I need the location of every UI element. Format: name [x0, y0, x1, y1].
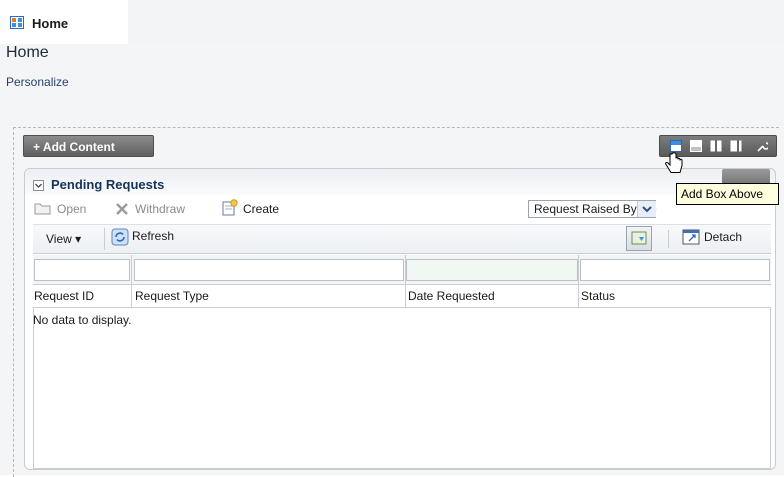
add-box-above-icon[interactable]: [670, 140, 682, 152]
column-divider: [131, 255, 132, 308]
add-box-below-icon[interactable]: [690, 140, 702, 152]
panel-title: Pending Requests: [51, 177, 165, 192]
filter-status-input[interactable]: [580, 259, 770, 281]
open-button[interactable]: Open: [57, 202, 86, 216]
chevron-down-icon: [642, 206, 652, 213]
column-divider: [405, 255, 406, 308]
empty-table-message: No data to display.: [33, 313, 132, 327]
add-content-button[interactable]: + Add Content: [23, 135, 154, 157]
page-title: Home: [6, 44, 49, 61]
column-header-request-type[interactable]: Request Type: [135, 289, 209, 303]
collapse-button[interactable]: [33, 180, 44, 191]
chevron-down-icon: [35, 183, 42, 188]
create-button[interactable]: Create: [243, 202, 279, 216]
folder-open-icon: [34, 203, 51, 215]
select-dropdown-button[interactable]: [637, 201, 656, 217]
detach-icon: [682, 229, 700, 245]
view-menu[interactable]: View ▾: [46, 232, 81, 246]
toolbar-divider: [668, 230, 669, 248]
create-document-icon: [222, 199, 238, 216]
toolbar-divider: [104, 228, 105, 250]
query-by-example-button[interactable]: [626, 226, 652, 251]
two-column-icon[interactable]: [710, 140, 722, 152]
wrench-icon[interactable]: [756, 140, 768, 152]
hand-cursor-icon: [665, 152, 683, 173]
withdraw-button[interactable]: Withdraw: [135, 202, 185, 216]
personalize-link[interactable]: Personalize: [6, 75, 69, 89]
column-header-date-requested[interactable]: Date Requested: [408, 289, 495, 303]
close-x-icon: [116, 203, 128, 215]
three-column-icon[interactable]: [730, 140, 742, 152]
filter-date-requested-input[interactable]: [406, 259, 578, 281]
refresh-button[interactable]: Refresh: [132, 229, 174, 243]
filter-request-id-input[interactable]: [34, 259, 130, 281]
filter-icon: [631, 231, 647, 245]
column-header-status[interactable]: Status: [581, 289, 615, 303]
grid-icon: [10, 16, 24, 29]
tooltip: Add Box Above: [676, 183, 779, 205]
tab-label[interactable]: Home: [32, 16, 68, 31]
detach-button[interactable]: Detach: [704, 230, 742, 244]
refresh-icon: [111, 228, 129, 246]
column-divider: [578, 255, 579, 308]
column-header-request-id[interactable]: Request ID: [34, 289, 94, 303]
filter-request-type-input[interactable]: [134, 259, 404, 281]
